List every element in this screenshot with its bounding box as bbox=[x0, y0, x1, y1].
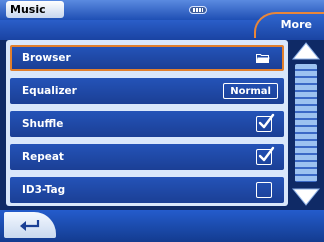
app-title: Music bbox=[6, 1, 64, 18]
music-screen: Music More Browser Equalizer Normal Shuf… bbox=[0, 0, 324, 242]
menu-item-id3-tag[interactable]: ID3-Tag bbox=[10, 177, 284, 203]
checkmark-icon bbox=[258, 146, 275, 162]
back-arrow-icon bbox=[20, 220, 40, 231]
menu-item-label: ID3-Tag bbox=[22, 184, 66, 196]
menu-item-repeat[interactable]: Repeat bbox=[10, 144, 284, 170]
equalizer-value[interactable]: Normal bbox=[223, 83, 278, 99]
menu-item-browser[interactable]: Browser bbox=[10, 45, 284, 71]
scroll-track[interactable] bbox=[295, 64, 317, 182]
menu-item-label: Browser bbox=[22, 52, 71, 64]
menu-item-label: Shuffle bbox=[22, 118, 64, 130]
battery-icon bbox=[189, 6, 207, 14]
menu-item-equalizer[interactable]: Equalizer Normal bbox=[10, 78, 284, 104]
menu-item-label: Equalizer bbox=[22, 85, 77, 97]
arrow-down-icon[interactable] bbox=[292, 188, 320, 206]
id3-tag-checkbox[interactable] bbox=[256, 182, 272, 198]
menu-item-label: Repeat bbox=[22, 151, 64, 163]
repeat-checkbox[interactable] bbox=[256, 146, 275, 165]
checkmark-icon bbox=[258, 113, 275, 129]
arrow-up-icon[interactable] bbox=[292, 42, 320, 60]
menu-item-shuffle[interactable]: Shuffle bbox=[10, 111, 284, 137]
more-button-label[interactable]: More bbox=[281, 18, 312, 31]
shuffle-checkbox[interactable] bbox=[256, 113, 275, 132]
scrollbar[interactable] bbox=[292, 40, 320, 206]
folder-icon bbox=[256, 54, 270, 63]
